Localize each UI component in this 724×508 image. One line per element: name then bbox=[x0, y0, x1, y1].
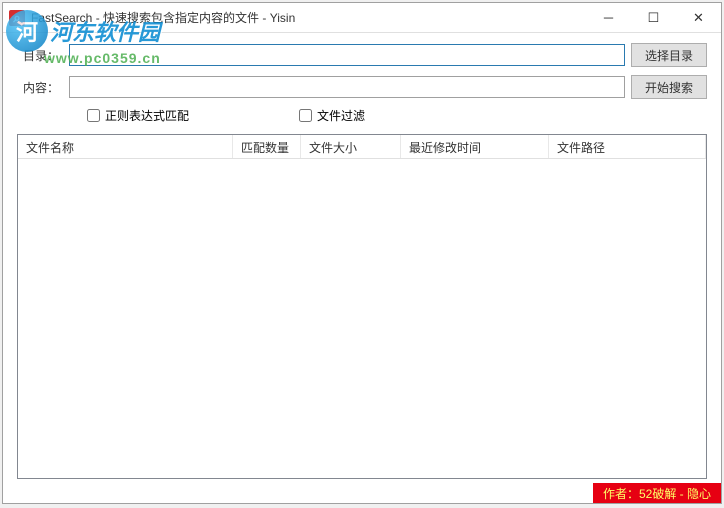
regex-checkbox[interactable] bbox=[87, 109, 100, 122]
regex-checkbox-label: 正则表达式匹配 bbox=[105, 107, 189, 124]
directory-input[interactable] bbox=[69, 44, 625, 66]
col-match-count[interactable]: 匹配数量 bbox=[233, 135, 301, 158]
window-controls: ─ ☐ ✕ bbox=[586, 3, 721, 32]
content-input[interactable] bbox=[69, 76, 625, 98]
col-file-path[interactable]: 文件路径 bbox=[549, 135, 706, 158]
app-icon bbox=[9, 10, 25, 26]
content-row: 内容： 开始搜索 bbox=[17, 75, 707, 99]
window-title: FastSearch - 快速搜索包含指定内容的文件 - Yisin bbox=[31, 9, 586, 26]
filter-checkbox-wrap[interactable]: 文件过滤 bbox=[299, 107, 365, 124]
directory-label: 目录： bbox=[17, 47, 63, 64]
content-label: 内容： bbox=[17, 79, 63, 96]
maximize-button[interactable]: ☐ bbox=[631, 3, 676, 32]
start-search-button[interactable]: 开始搜索 bbox=[631, 75, 707, 99]
table-header: 文件名称 匹配数量 文件大小 最近修改时间 文件路径 bbox=[18, 135, 706, 159]
col-filename[interactable]: 文件名称 bbox=[18, 135, 233, 158]
content-area: 目录： 选择目录 内容： 开始搜索 正则表达式匹配 文件过滤 文件名称 匹配数量… bbox=[3, 33, 721, 503]
filter-checkbox[interactable] bbox=[299, 109, 312, 122]
app-window: FastSearch - 快速搜索包含指定内容的文件 - Yisin ─ ☐ ✕… bbox=[2, 2, 722, 504]
directory-row: 目录： 选择目录 bbox=[17, 43, 707, 67]
options-row: 正则表达式匹配 文件过滤 bbox=[17, 107, 707, 124]
regex-checkbox-wrap[interactable]: 正则表达式匹配 bbox=[87, 107, 189, 124]
minimize-button[interactable]: ─ bbox=[586, 3, 631, 32]
filter-checkbox-label: 文件过滤 bbox=[317, 107, 365, 124]
statusbar: 作者：52破解 - 隐心 bbox=[3, 483, 721, 503]
select-directory-button[interactable]: 选择目录 bbox=[631, 43, 707, 67]
author-label: 作者：52破解 - 隐心 bbox=[593, 483, 721, 503]
close-button[interactable]: ✕ bbox=[676, 3, 721, 32]
col-file-size[interactable]: 文件大小 bbox=[301, 135, 401, 158]
titlebar[interactable]: FastSearch - 快速搜索包含指定内容的文件 - Yisin ─ ☐ ✕ bbox=[3, 3, 721, 33]
results-table[interactable]: 文件名称 匹配数量 文件大小 最近修改时间 文件路径 bbox=[17, 134, 707, 479]
col-modified-time[interactable]: 最近修改时间 bbox=[401, 135, 549, 158]
